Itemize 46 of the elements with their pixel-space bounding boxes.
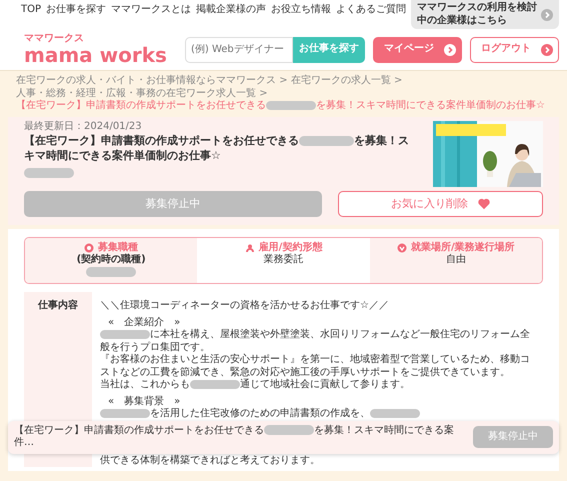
logo-text[interactable]: mama works (24, 44, 167, 66)
circle-icon (84, 242, 94, 253)
company-link[interactable]: ママワークスの利用を検討中の企業様はこちら (411, 0, 559, 29)
info-value: 自由 (446, 254, 466, 266)
logout-button[interactable]: ログアウト (470, 36, 559, 62)
description-text: に本社を構え、屋根塗装や外壁塗装、水回りリフォームなど一般住宅のリフォーム全般を行うプロ集団です。 (100, 329, 531, 354)
redaction-bar (24, 168, 74, 178)
breadcrumb-separator: > (279, 75, 288, 86)
redaction-bar (86, 267, 136, 277)
job-title: 【在宅ワーク】申請書類の作成サポートをお任せできる を募集！スキマ時間にできる案件単価制のお仕事☆ (24, 133, 410, 164)
breadcrumb-link[interactable]: 在宅ワークの求人一覧 (290, 75, 391, 86)
nav-link[interactable]: お役立ち情報 (271, 0, 331, 16)
description-label: 仕事内容 (38, 300, 78, 311)
description-text: ＼＼住環境コーディネーターの資格を活かせるお仕事です☆／／ (100, 300, 390, 312)
info-value: 業務委託 (263, 254, 304, 266)
arrow-circle-icon (541, 44, 553, 56)
search-button[interactable]: お仕事を探す (293, 36, 365, 62)
updated-date: 最終更新日：2024/01/23 (24, 120, 143, 133)
nav-link[interactable]: TOP (20, 0, 41, 16)
favorite-button[interactable]: お気に入り削除 (338, 190, 543, 216)
breadcrumb-link[interactable]: 在宅ワークの求人・バイト・お仕事情報ならママワークス (16, 75, 276, 86)
arrow-circle-icon (541, 8, 553, 20)
description-text: 当社は、これからも 通じて地域社会に貢献して参ります。 (100, 379, 411, 392)
arrow-circle-icon (444, 44, 456, 56)
nav-link[interactable]: ママワークスとは (111, 0, 191, 16)
nav-link[interactable]: お仕事を探す (46, 0, 106, 16)
section-heading: « 企業紹介 » (107, 316, 182, 328)
nav-link[interactable]: 掲載企業様の声 (196, 0, 266, 16)
breadcrumb-separator: > (259, 88, 268, 98)
info-label: 雇用/契約形態 (258, 242, 322, 254)
breadcrumb-link[interactable]: 人事・総務・経理・広報・事務の在宅ワーク求人一覧 (16, 88, 256, 98)
sticky-title: 【在宅ワーク】申請書類の作成サポートをお任せできる を募集！スキマ時間にできる案件… (14, 424, 455, 450)
breadcrumb-separator: > (394, 75, 402, 86)
description-text: を活用した住宅改修のための申請書類の作成を、 (100, 408, 535, 420)
section-heading: « 募集背景 » (107, 396, 182, 408)
info-value: (契約時の職種) (76, 254, 146, 266)
nav-link[interactable]: よくあるご質問 (336, 0, 406, 16)
search-field[interactable]: (例) Webデザイナー (185, 36, 293, 62)
person-icon (244, 242, 255, 253)
mypage-button[interactable]: マイページ (373, 36, 462, 62)
description-text: 供できる体制を構築できればと考えております。 (100, 454, 321, 467)
logo-kana[interactable]: ママワークス (24, 33, 167, 44)
info-label: 募集職種 (98, 242, 138, 254)
description-text: 『お客様のお住まいと生活の安心サポート』を第一に、地域密着型で営業しているため、移動コストなどの工費を節減でき、緊急の対応や施工後の手厚いサポートをご提供できています。 (100, 354, 531, 378)
info-label: 就業場所/業務遂行場所 (410, 242, 515, 254)
current-page-text: 【在宅ワーク】申請書類の作成サポートをお任せできる を募集！スキマ時間にできる案件単価制のお仕事☆ (16, 100, 546, 112)
